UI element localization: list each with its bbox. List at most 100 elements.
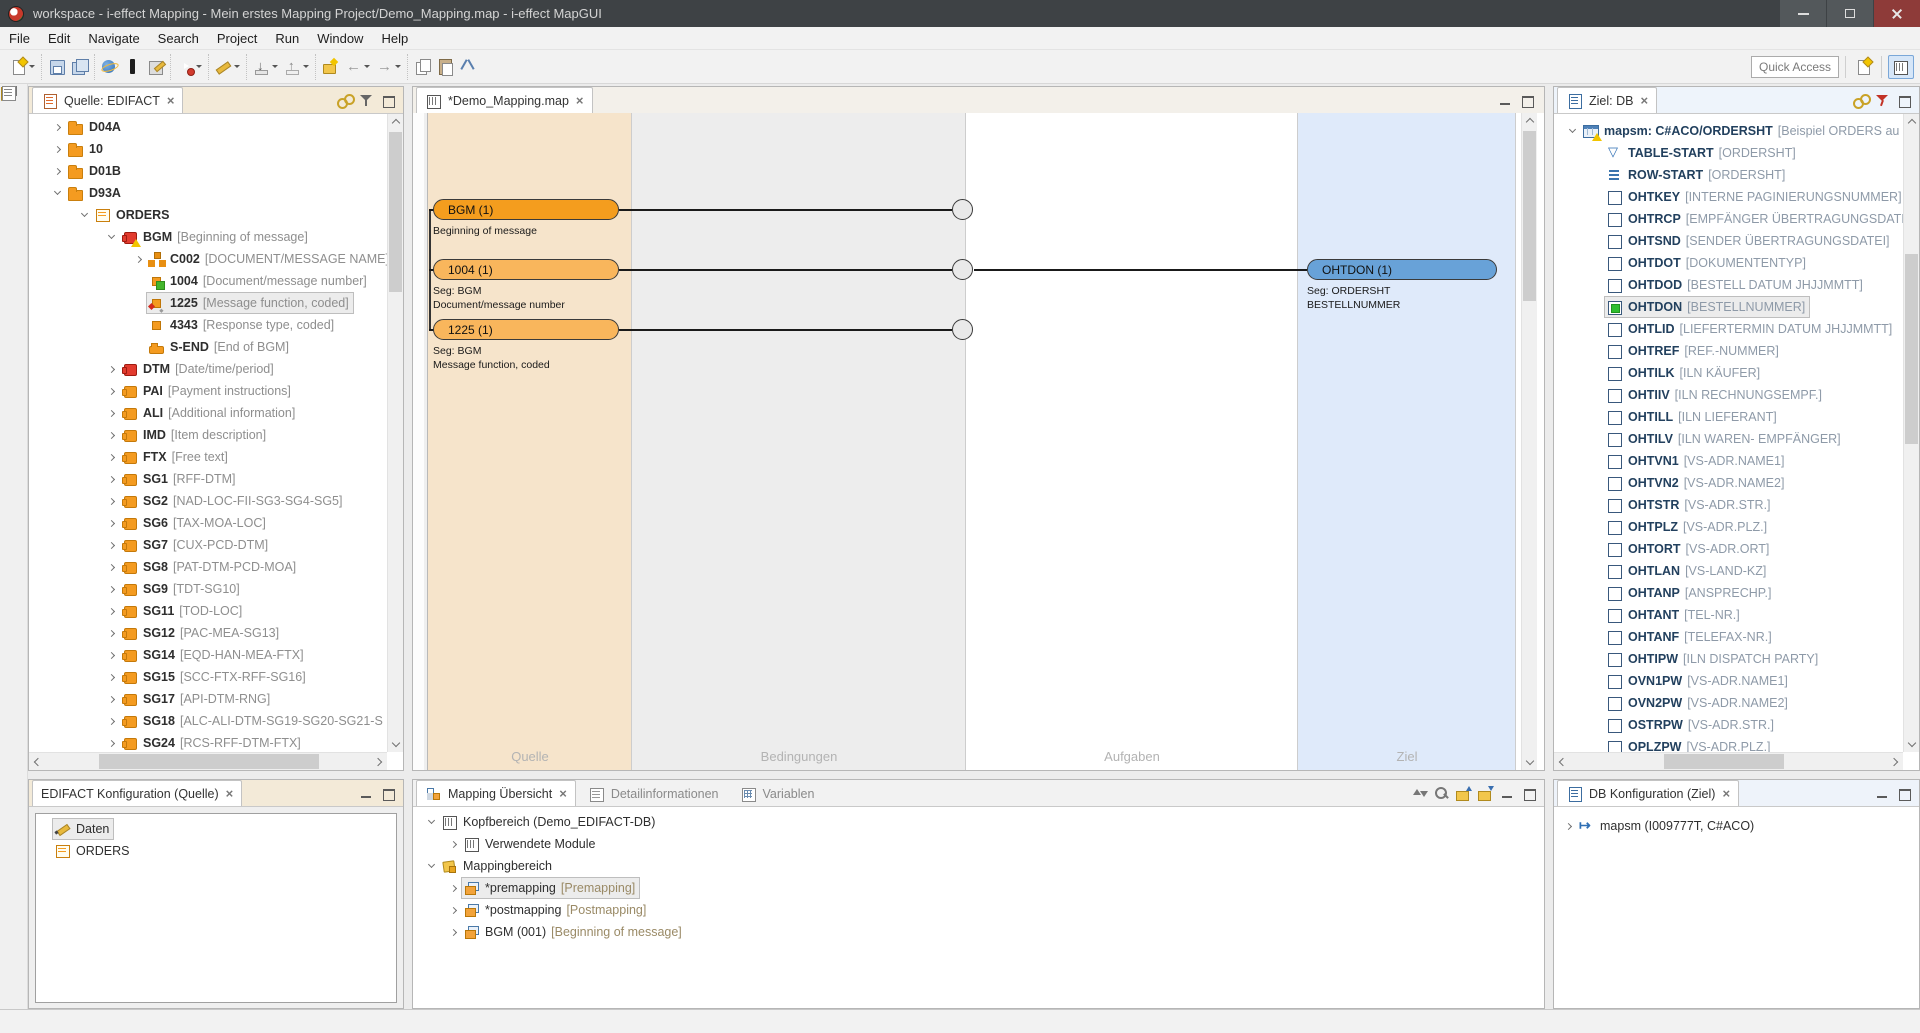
tree-row-s-end[interactable]: S-END[End of BGM] xyxy=(29,336,387,358)
scroll-right-icon[interactable] xyxy=(371,754,387,770)
tree-row-orders[interactable]: ORDERS xyxy=(36,840,396,862)
expand-arrow-icon[interactable] xyxy=(103,675,119,680)
tree-row-pai[interactable]: PAI[Payment instructions] xyxy=(29,380,387,402)
sort-icon[interactable] xyxy=(1411,785,1428,802)
expand-arrow-icon[interactable] xyxy=(103,609,119,614)
scroll-up-icon[interactable] xyxy=(1904,114,1920,130)
menu-edit[interactable]: Edit xyxy=(39,28,79,49)
tree-row-sg17[interactable]: SG17[API-DTM-RNG] xyxy=(29,688,387,710)
close-tab-icon[interactable]: × xyxy=(226,786,234,801)
tab-db-konfiguration[interactable]: DB Konfiguration (Ziel) × xyxy=(1557,780,1739,806)
map-node-bgm[interactable]: BGM (1) xyxy=(433,199,619,220)
minimize-icon[interactable] xyxy=(358,785,375,802)
tree-row-ohtanp[interactable]: OHTANP[ANSPRECHP.] xyxy=(1554,582,1903,604)
map-node-ohtdon[interactable]: OHTDON (1) xyxy=(1307,259,1497,280)
expand-arrow-icon[interactable] xyxy=(103,741,119,746)
expand-arrow-icon[interactable] xyxy=(103,411,119,416)
mapping-canvas[interactable]: Quelle Bedingungen Aufgaben Ziel BGM (1)… xyxy=(413,113,1544,770)
tree-row-sg7[interactable]: SG7[CUX-PCD-DTM] xyxy=(29,534,387,556)
tree-row-10[interactable]: 10 xyxy=(29,138,387,160)
tree-row-ohtilv[interactable]: OHTILV[ILN WAREN- EMPFÄNGER] xyxy=(1554,428,1903,450)
close-tab-icon[interactable]: × xyxy=(167,93,175,108)
tree-row-mapsm-i009777t-c#aco-[interactable]: mapsm (I009777T, C#ACO) xyxy=(1554,815,1919,837)
tree-row-ohtsnd[interactable]: OHTSND[SENDER ÜBERTRAGUNGSDATEI] xyxy=(1554,230,1903,252)
mapping-port-1004[interactable] xyxy=(952,259,973,280)
marker-button[interactable] xyxy=(121,56,144,77)
run-button[interactable] xyxy=(174,56,205,77)
collapse-arrow-icon[interactable] xyxy=(423,821,439,823)
tree-row--postmapping[interactable]: *postmapping[Postmapping] xyxy=(413,899,1544,921)
save-all-button[interactable] xyxy=(68,56,91,77)
tree-row-sg24[interactable]: SG24[RCS-RFF-DTM-FTX] xyxy=(29,732,387,752)
expand-arrow-icon[interactable] xyxy=(103,521,119,526)
maximize-icon[interactable] xyxy=(380,785,397,802)
last-edit-location-button[interactable] xyxy=(319,56,342,77)
menu-file[interactable]: File xyxy=(0,28,39,49)
expand-arrow-icon[interactable] xyxy=(103,543,119,548)
tree-row-ohtill[interactable]: OHTILL[ILN LIEFERANT] xyxy=(1554,406,1903,428)
scroll-down-icon[interactable] xyxy=(388,736,404,752)
mapping-port-bgm[interactable] xyxy=(952,199,973,220)
tree-row-verwendete-module[interactable]: Verwendete Module xyxy=(413,833,1544,855)
maximize-icon[interactable] xyxy=(1896,92,1913,109)
quick-access-button[interactable]: Quick Access xyxy=(1751,56,1839,78)
expand-arrow-icon[interactable] xyxy=(445,842,461,847)
tree-row-ovn1pw[interactable]: OVN1PW[VS-ADR.NAME1] xyxy=(1554,670,1903,692)
scrollbar-thumb[interactable] xyxy=(389,132,402,292)
tree-row-ohtiiv[interactable]: OHTIIV[ILN RECHNUNGSEMPF.] xyxy=(1554,384,1903,406)
filter-icon[interactable] xyxy=(358,92,375,109)
tree-row-ohtdon[interactable]: OHTDON[BESTELLNUMMER] xyxy=(1554,296,1903,318)
paste-button[interactable] xyxy=(434,56,457,77)
save-button[interactable] xyxy=(45,56,68,77)
map-node-1004[interactable]: 1004 (1) xyxy=(433,259,619,280)
tree-row-1225[interactable]: 1225[Message function, coded] xyxy=(29,292,387,314)
tree-row-ohtant[interactable]: OHTANT[TEL-NR.] xyxy=(1554,604,1903,626)
vertical-scrollbar[interactable] xyxy=(387,114,403,752)
collapse-arrow-icon[interactable] xyxy=(49,192,65,194)
expand-arrow-icon[interactable] xyxy=(445,908,461,913)
tree-row-kopfbereich-demo-edifact-db-[interactable]: Kopfbereich (Demo_EDIFACT-DB) xyxy=(413,811,1544,833)
tree-row-ohtvn2[interactable]: OHTVN2[VS-ADR.NAME2] xyxy=(1554,472,1903,494)
scroll-down-icon[interactable] xyxy=(1904,736,1920,752)
scroll-up-icon[interactable] xyxy=(388,114,404,130)
tree-row-sg18[interactable]: SG18[ALC-ALI-DTM-SG19-SG20-SG21-S xyxy=(29,710,387,732)
dropdown-arrow-icon[interactable] xyxy=(196,65,202,68)
link-with-editor-icon[interactable] xyxy=(336,92,353,109)
tree-row-bgm[interactable]: BGM[Beginning of message] xyxy=(29,226,387,248)
menu-help[interactable]: Help xyxy=(372,28,417,49)
tree-row-ohtdod[interactable]: OHTDOD[BESTELL DATUM JHJJMMTT] xyxy=(1554,274,1903,296)
expand-arrow-icon[interactable] xyxy=(103,719,119,724)
expand-arrow-icon[interactable] xyxy=(103,477,119,482)
expand-arrow-icon[interactable] xyxy=(1560,824,1576,829)
tab-demo-mapping[interactable]: *Demo_Mapping.map × xyxy=(416,87,593,113)
tree-row-oplzpw[interactable]: OPLZPW[VS-ADR.PLZ.] xyxy=(1554,736,1903,752)
scrollbar-thumb[interactable] xyxy=(1905,254,1918,444)
web-browser-button[interactable] xyxy=(98,56,121,77)
scroll-left-icon[interactable] xyxy=(29,754,45,770)
expand-arrow-icon[interactable] xyxy=(130,257,146,262)
menu-navigate[interactable]: Navigate xyxy=(79,28,148,49)
close-tab-icon[interactable]: × xyxy=(576,93,584,108)
tree-row-4343[interactable]: 4343[Response type, coded] xyxy=(29,314,387,336)
expand-arrow-icon[interactable] xyxy=(445,930,461,935)
dropdown-arrow-icon[interactable] xyxy=(395,65,401,68)
tree-row-sg2[interactable]: SG2[NAD-LOC-FII-SG3-SG4-SG5] xyxy=(29,490,387,512)
expand-arrow-icon[interactable] xyxy=(49,169,65,174)
expand-arrow-icon[interactable] xyxy=(103,565,119,570)
scroll-up-icon[interactable] xyxy=(1522,113,1538,129)
expand-arrow-icon[interactable] xyxy=(49,125,65,130)
close-tab-icon[interactable]: × xyxy=(1640,93,1648,108)
vertical-scrollbar[interactable] xyxy=(1903,114,1919,752)
expand-arrow-icon[interactable] xyxy=(103,389,119,394)
tree-row-d93a[interactable]: D93A xyxy=(29,182,387,204)
mapgui-perspective-button[interactable] xyxy=(1888,55,1914,79)
tree-row-ohtipw[interactable]: OHTIPW[ILN DISPATCH PARTY] xyxy=(1554,648,1903,670)
scroll-right-icon[interactable] xyxy=(1887,754,1903,770)
tree-row-row-start[interactable]: ROW-START[ORDERSHT] xyxy=(1554,164,1903,186)
tree-row-orders[interactable]: ORDERS xyxy=(29,204,387,226)
tree-row-mapsm-c#aco-ordersht[interactable]: mapsm: C#ACO/ORDERSHT[Beispiel ORDERS au xyxy=(1554,120,1903,142)
save-as-button[interactable] xyxy=(144,56,167,77)
tree-row-sg14[interactable]: SG14[EQD-HAN-MEA-FTX] xyxy=(29,644,387,666)
tab-detailinformationen[interactable]: Detailinformationen xyxy=(579,780,728,806)
maximize-icon[interactable] xyxy=(380,92,397,109)
